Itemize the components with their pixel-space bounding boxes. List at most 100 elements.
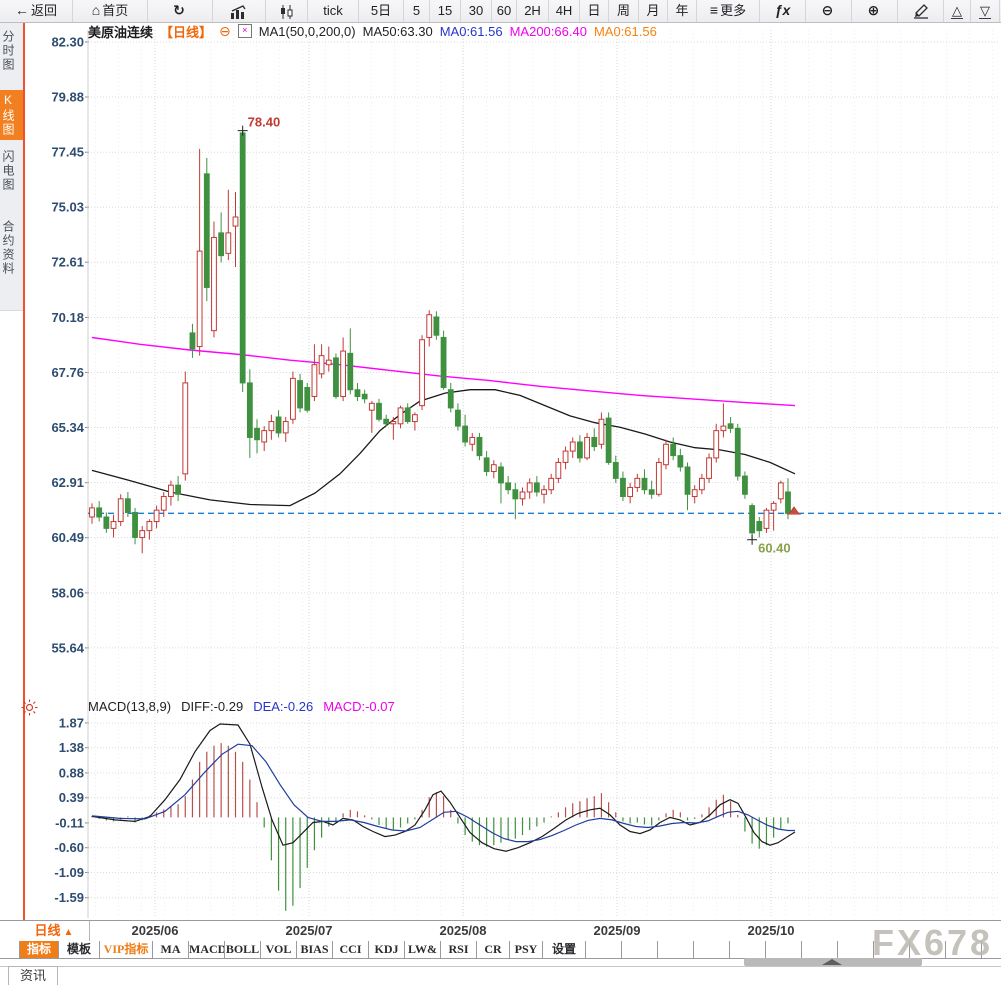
pencil-icon	[912, 3, 930, 19]
tab-empty	[946, 941, 982, 958]
tab-empty	[838, 941, 874, 958]
triangle-down-button[interactable]: ▽	[971, 0, 1000, 22]
candles-icon	[279, 3, 295, 19]
interval-week-button[interactable]: 周	[609, 0, 639, 22]
macd-macd-value: MACD:-0.07	[323, 699, 395, 714]
ma0-orange-value: MA0:61.56	[593, 23, 657, 39]
interval-5d-button[interactable]: 5日	[359, 0, 404, 22]
home-button[interactable]: ⌂ 首页	[73, 0, 148, 22]
fx-indicator-button[interactable]: ƒx	[760, 0, 806, 22]
tab-empty	[658, 941, 694, 958]
macd-axis: 1.87 1.38 0.88 0.39 -0.11 -0.60 -1.09 -1.59	[54, 715, 1000, 905]
app-window: ←返回⌂首页↻tick5日51530602H4H日周月年≡更多ƒx⊖⊕△▽$模 …	[0, 0, 1001, 985]
interval-2h-button[interactable]: 2H	[517, 0, 549, 22]
back-button[interactable]: ← 返回	[0, 0, 73, 22]
month-gridlines	[154, 30, 772, 918]
ma-settings: MA1(50,0,200,0)	[258, 23, 356, 39]
left-sidebar: 分时图 K线图闪电图合约资料	[0, 22, 25, 920]
interval-30-button[interactable]: 30	[461, 0, 492, 22]
indicator-chip-icon[interactable]: ×	[237, 24, 252, 38]
annotations: 78.40 60.40	[237, 115, 801, 556]
svg-text:79.88: 79.88	[51, 89, 84, 104]
macd-header: MACD(13,8,9) DIFF:-0.29 DEA:-0.26 MACD:-…	[88, 699, 395, 714]
back-icon: ←	[14, 2, 29, 18]
interval-month-button[interactable]: 月	[639, 0, 668, 22]
sidebar-item-3[interactable]: 闪电图	[0, 150, 23, 192]
triangle-up-icon: △	[951, 3, 963, 19]
tab-RSI[interactable]: RSI	[441, 941, 477, 958]
tab-VOL[interactable]: VOL	[261, 941, 297, 958]
tab-empty	[910, 941, 946, 958]
macd-dea-value: DEA:-0.26	[253, 699, 314, 714]
zoom-in-icon: ⊕	[867, 2, 880, 18]
triangle-up-button[interactable]: △	[944, 0, 971, 22]
high-price-label: 78.40	[248, 115, 281, 130]
tab-empty	[802, 941, 838, 958]
svg-text:72.61: 72.61	[51, 255, 84, 270]
macd-series	[91, 743, 789, 911]
chart-type-candle-button[interactable]	[266, 0, 308, 22]
draw-button[interactable]	[898, 0, 944, 22]
tab-BIAS[interactable]: BIAS	[297, 941, 333, 958]
tab-empty	[586, 941, 622, 958]
scrollbar-up-arrow-icon[interactable]	[822, 959, 842, 965]
collapse-icon[interactable]: ⊖	[219, 23, 231, 40]
svg-text:1.38: 1.38	[59, 740, 84, 755]
sidebar-item-4[interactable]: 合约资料	[0, 220, 23, 276]
indicator-settings-icon[interactable]	[21, 699, 38, 716]
interval-15-button[interactable]: 15	[430, 0, 461, 22]
top-toolbar: ←返回⌂首页↻tick5日51530602H4H日周月年≡更多ƒx⊖⊕△▽$模	[0, 0, 1001, 23]
xaxis-month-label: 2025/08	[439, 923, 487, 938]
tab-MA[interactable]: MA	[153, 941, 189, 958]
tab-empty	[622, 941, 658, 958]
svg-text:55.64: 55.64	[51, 640, 84, 655]
triangle-up-icon: ▲	[63, 927, 74, 938]
tab-CCI[interactable]: CCI	[333, 941, 369, 958]
tab-empty	[982, 941, 1001, 958]
interval-4h-button[interactable]: 4H	[549, 0, 580, 22]
period-selector[interactable]: 日线 ▲	[19, 921, 90, 941]
svg-text:77.45: 77.45	[51, 145, 84, 160]
xaxis-corner-cell	[0, 921, 20, 941]
period-tag: 【日线】	[160, 24, 213, 40]
minor-gridlines	[95, 30, 993, 918]
tab-模板[interactable]: 模板	[59, 941, 100, 958]
scroll-strip	[0, 958, 1001, 966]
sidebar-item-1[interactable]: 分时图	[0, 30, 23, 72]
svg-text:67.76: 67.76	[51, 365, 84, 380]
ma50-value: MA50:63.30	[362, 23, 433, 39]
tab-指标[interactable]: 指标	[20, 941, 59, 958]
svg-text:-1.59: -1.59	[54, 890, 84, 905]
tab-设置[interactable]: 设置	[543, 941, 586, 958]
home-icon: ⌂	[91, 2, 101, 18]
chart-canvas[interactable]: 82.30 79.88 77.45 75.03 72.61 70.18 67.76 65.34…	[26, 22, 1001, 920]
chart-type-bar-button[interactable]	[213, 0, 266, 22]
tab-LW&[interactable]: LW&	[405, 941, 441, 958]
tab-KDJ[interactable]: KDJ	[369, 941, 405, 958]
interval-year-button[interactable]: 年	[668, 0, 697, 22]
more-button[interactable]: ≡ 更多	[697, 0, 760, 22]
sidebar-accent-line	[23, 22, 25, 920]
menu-icon: ≡	[709, 2, 719, 18]
interval-day-button[interactable]: 日	[580, 0, 609, 22]
zoom-in-button[interactable]: ⊕	[852, 0, 898, 22]
tab-MACD[interactable]: MACD	[189, 941, 225, 958]
tab-PSY[interactable]: PSY	[510, 941, 543, 958]
interval-60-button[interactable]: 60	[492, 0, 517, 22]
xaxis-row: 日线 ▲ 2025/06 2025/07 2025/08 2025/09 2025/10	[0, 920, 1001, 942]
tab-empty	[694, 941, 730, 958]
sidebar-item-2[interactable]: K线图	[0, 90, 23, 140]
tab-spacer	[0, 941, 20, 958]
refresh-button[interactable]: ↻	[148, 0, 213, 22]
tab-news[interactable]: 资讯	[8, 966, 58, 985]
interval-5-button[interactable]: 5	[404, 0, 430, 22]
macd-title: MACD(13,8,9)	[88, 699, 172, 714]
tab-BOLL[interactable]: BOLL	[225, 941, 261, 958]
interval-tick-button[interactable]: tick	[308, 0, 359, 22]
symbol-name: 美原油连续	[88, 24, 154, 40]
tab-VIP指标[interactable]: VIP指标	[100, 941, 153, 958]
tab-CR[interactable]: CR	[477, 941, 510, 958]
zoom-out-button[interactable]: ⊖	[806, 0, 852, 22]
svg-text:60.49: 60.49	[51, 530, 84, 545]
horizontal-scrollbar[interactable]	[744, 958, 922, 966]
